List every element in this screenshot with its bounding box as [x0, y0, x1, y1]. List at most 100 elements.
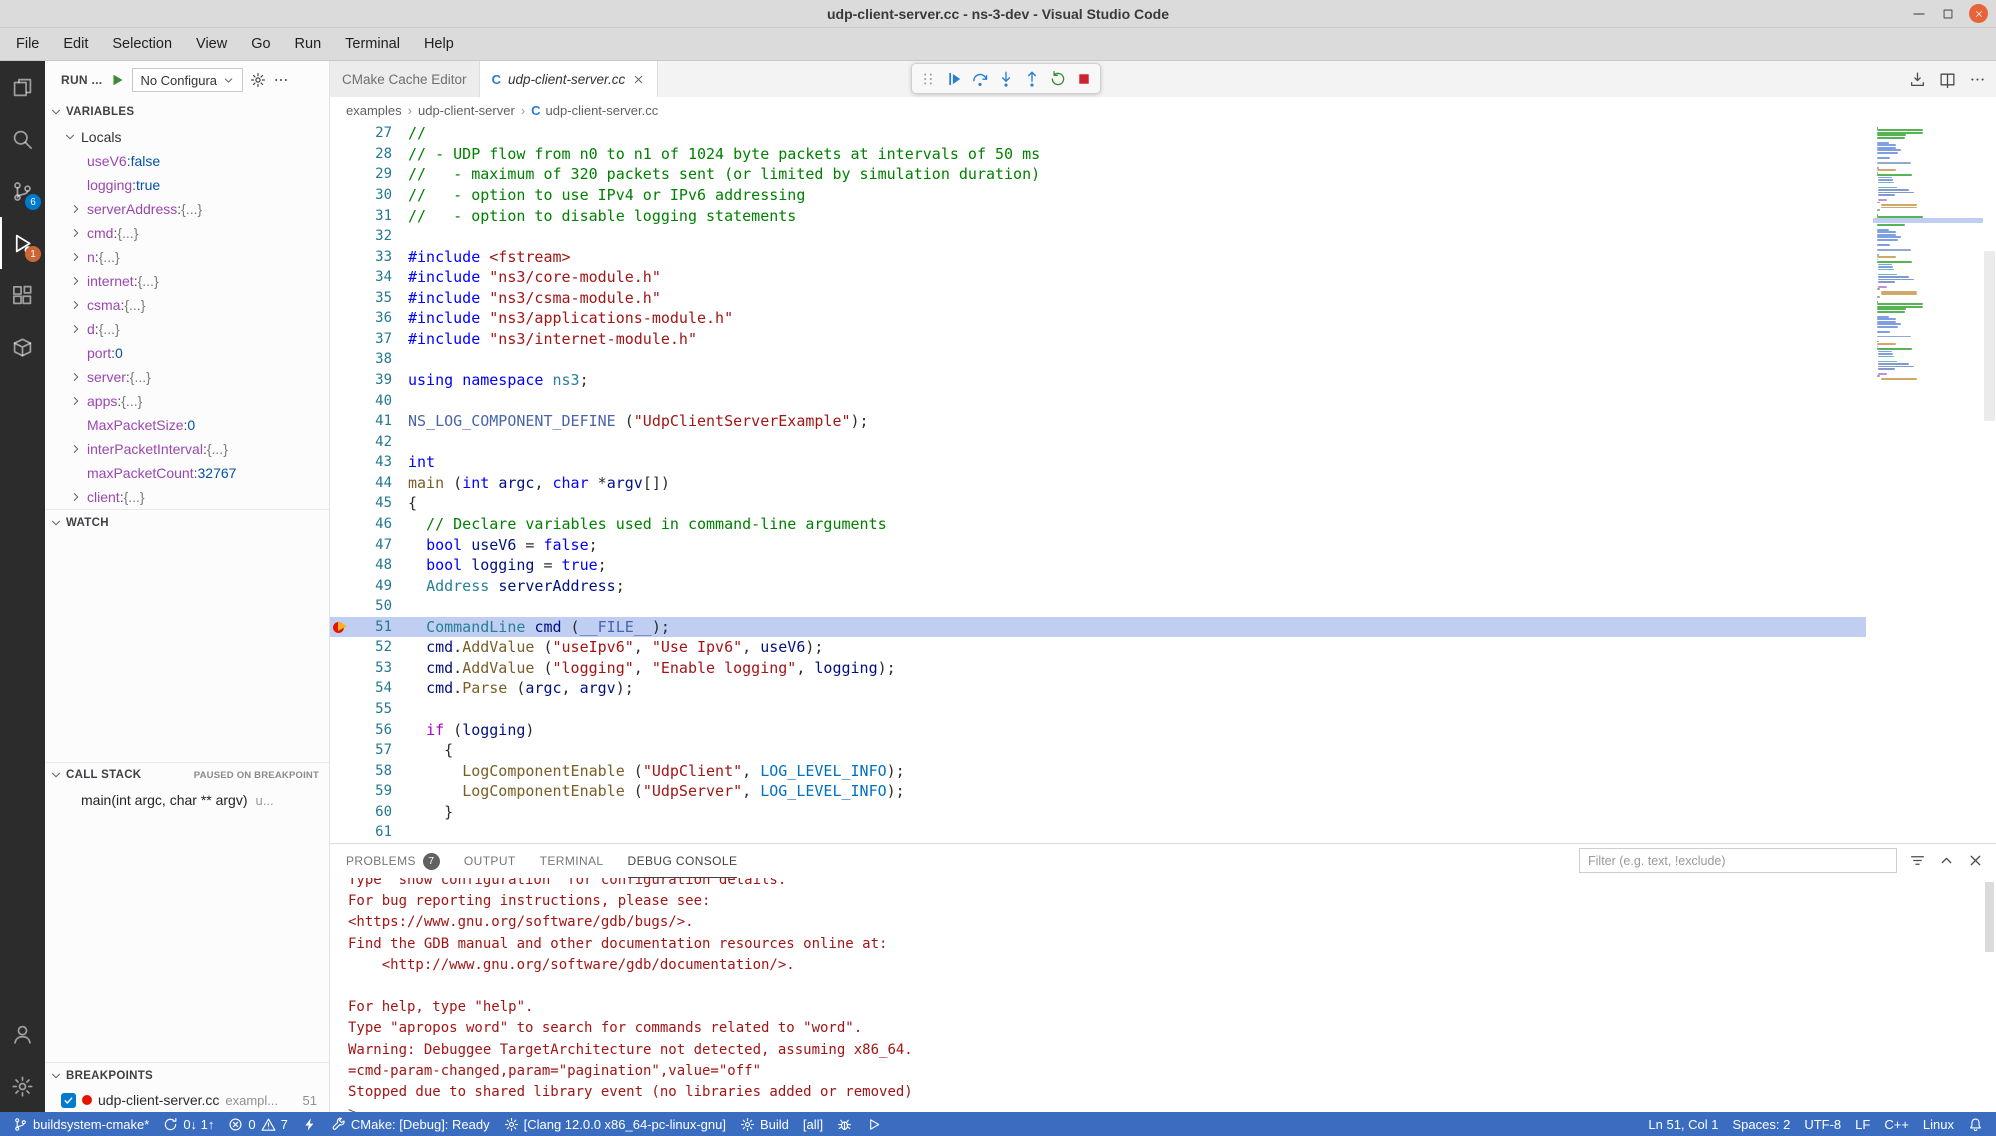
- code-line-52[interactable]: 52 cmd.AddValue ("useIpv6", "Use Ipv6", …: [330, 637, 1866, 658]
- line-number[interactable]: 37: [354, 331, 392, 347]
- variable-row-n[interactable]: n: {...}: [45, 245, 329, 269]
- debug-stop-button[interactable]: [1071, 66, 1097, 92]
- variable-row-logging[interactable]: logging: true: [45, 173, 329, 197]
- code-line-60[interactable]: 60 }: [330, 802, 1866, 823]
- editor-tab-udp-client-server-cc[interactable]: Cudp-client-server.cc: [480, 61, 659, 97]
- line-number[interactable]: 44: [354, 475, 392, 491]
- glyph-margin[interactable]: [330, 329, 354, 350]
- code-line-43[interactable]: 43int: [330, 452, 1866, 473]
- variable-row-maxPacketCount[interactable]: maxPacketCount: 32767: [45, 461, 329, 485]
- glyph-margin[interactable]: [330, 205, 354, 226]
- line-number[interactable]: 40: [354, 393, 392, 409]
- glyph-margin[interactable]: [330, 164, 354, 185]
- activity-explorer[interactable]: [0, 61, 45, 113]
- activity-source-control[interactable]: 6: [0, 165, 45, 217]
- line-number[interactable]: 50: [354, 598, 392, 614]
- section-header-watch[interactable]: WATCH: [45, 509, 329, 535]
- maximize-button[interactable]: [1941, 7, 1955, 21]
- glyph-margin[interactable]: [330, 144, 354, 165]
- activity-settings[interactable]: [0, 1060, 45, 1112]
- glyph-margin[interactable]: [330, 514, 354, 535]
- line-number[interactable]: 47: [354, 537, 392, 553]
- glyph-margin[interactable]: [330, 617, 354, 638]
- debug-settings-gear-button[interactable]: [250, 72, 266, 88]
- variable-row-interPacketInterval[interactable]: interPacketInterval: {...}: [45, 437, 329, 461]
- line-number[interactable]: 34: [354, 269, 392, 285]
- line-number[interactable]: 30: [354, 187, 392, 203]
- debug-step-out-button[interactable]: [1019, 66, 1045, 92]
- code-line-54[interactable]: 54 cmd.Parse (argc, argv);: [330, 678, 1866, 699]
- breadcrumb-item[interactable]: udp-client-server: [418, 103, 515, 118]
- filter-lines-icon[interactable]: [1909, 852, 1926, 869]
- variable-row-useV6[interactable]: useV6: false: [45, 149, 329, 173]
- line-number[interactable]: 35: [354, 290, 392, 306]
- variable-row-apps[interactable]: apps: {...}: [45, 389, 329, 413]
- code-line-27[interactable]: 27//: [330, 123, 1866, 144]
- glyph-margin[interactable]: [330, 802, 354, 823]
- glyph-margin[interactable]: [330, 370, 354, 391]
- glyph-margin[interactable]: [330, 123, 354, 144]
- variable-row-client[interactable]: client: {...}: [45, 485, 329, 509]
- line-number[interactable]: 38: [354, 351, 392, 367]
- code-line-49[interactable]: 49 Address serverAddress;: [330, 575, 1866, 596]
- variable-row-internet[interactable]: internet: {...}: [45, 269, 329, 293]
- console-scrollbar[interactable]: [1985, 882, 1994, 952]
- code-line-55[interactable]: 55: [330, 699, 1866, 720]
- line-number[interactable]: 28: [354, 146, 392, 162]
- glyph-margin[interactable]: [330, 658, 354, 679]
- cmake-status[interactable]: CMake: [Debug]: Ready: [324, 1112, 497, 1136]
- code-line-59[interactable]: 59 LogComponentEnable ("UdpServer", LOG_…: [330, 781, 1866, 802]
- line-number[interactable]: 32: [354, 228, 392, 244]
- breakpoint-checkbox[interactable]: [61, 1093, 76, 1108]
- menu-help[interactable]: Help: [412, 28, 466, 60]
- activity-cmake-tools[interactable]: [0, 321, 45, 373]
- glyph-margin[interactable]: [330, 390, 354, 411]
- activity-run-and-debug[interactable]: 1: [0, 217, 45, 269]
- code-editor[interactable]: 27//28// - UDP flow from n0 to n1 of 102…: [330, 123, 1996, 843]
- gear-icon[interactable]: [250, 72, 266, 88]
- line-number[interactable]: 31: [354, 208, 392, 224]
- more-actions-icon[interactable]: [273, 72, 289, 88]
- code-line-47[interactable]: 47 bool useV6 = false;: [330, 534, 1866, 555]
- glyph-margin[interactable]: [330, 431, 354, 452]
- glyph-margin[interactable]: [330, 555, 354, 576]
- variable-row-MaxPacketSize[interactable]: MaxPacketSize: 0: [45, 413, 329, 437]
- glyph-margin[interactable]: [330, 760, 354, 781]
- debug-config-dropdown[interactable]: No Configura: [132, 68, 243, 92]
- code-line-33[interactable]: 33#include <fstream>: [330, 246, 1866, 267]
- line-number[interactable]: 59: [354, 783, 392, 799]
- breadcrumb-item[interactable]: Cudp-client-server.cc: [531, 103, 658, 118]
- minimize-button[interactable]: [1911, 6, 1927, 22]
- activity-search[interactable]: [0, 113, 45, 165]
- maximize-panel-icon[interactable]: [1938, 852, 1955, 869]
- menu-edit[interactable]: Edit: [51, 28, 100, 60]
- views-more-actions-button[interactable]: [273, 72, 289, 88]
- sync-status[interactable]: 0↓ 1↑: [156, 1112, 221, 1136]
- line-number[interactable]: 33: [354, 249, 392, 265]
- os-status[interactable]: Linux: [1916, 1112, 1961, 1136]
- stack-frame[interactable]: main(int argc, char ** argv)u...: [45, 788, 329, 813]
- line-number[interactable]: 56: [354, 722, 392, 738]
- line-number[interactable]: 54: [354, 680, 392, 696]
- line-number[interactable]: 45: [354, 495, 392, 511]
- cmake-debug-button[interactable]: [830, 1112, 859, 1136]
- code-line-34[interactable]: 34#include "ns3/core-module.h": [330, 267, 1866, 288]
- menu-view[interactable]: View: [184, 28, 239, 60]
- code-line-44[interactable]: 44main (int argc, char *argv[]): [330, 473, 1866, 494]
- glyph-margin[interactable]: [330, 246, 354, 267]
- code-line-32[interactable]: 32: [330, 226, 1866, 247]
- glyph-margin[interactable]: [330, 781, 354, 802]
- cmake-target-status[interactable]: [all]: [796, 1112, 830, 1136]
- cmake-launch-button[interactable]: [859, 1112, 888, 1136]
- glyph-margin[interactable]: [330, 411, 354, 432]
- line-number[interactable]: 57: [354, 742, 392, 758]
- code-line-48[interactable]: 48 bool logging = true;: [330, 555, 1866, 576]
- cmake-build-button[interactable]: Build: [733, 1112, 796, 1136]
- menu-terminal[interactable]: Terminal: [333, 28, 412, 60]
- split-editor-icon[interactable]: [1939, 71, 1956, 88]
- close-panel-icon[interactable]: [1967, 852, 1984, 869]
- line-number[interactable]: 52: [354, 639, 392, 655]
- cmake-kit-status[interactable]: [Clang 12.0.0 x86_64-pc-linux-gnu]: [497, 1112, 733, 1136]
- glyph-margin[interactable]: [330, 575, 354, 596]
- debug-step-into-button[interactable]: [993, 66, 1019, 92]
